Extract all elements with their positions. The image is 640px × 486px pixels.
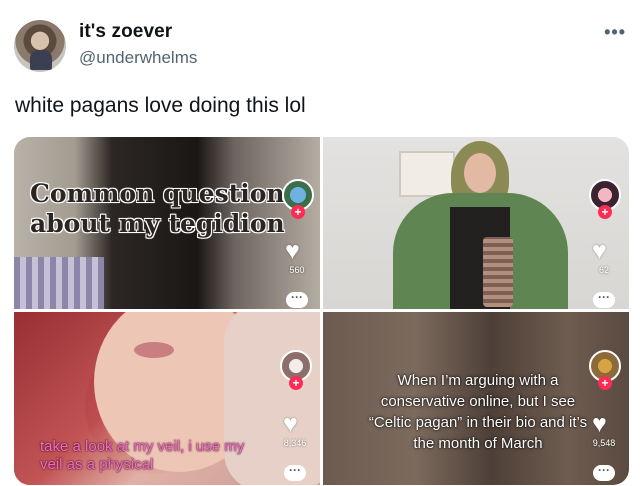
video-caption: take a look at my veil, i use my veil as… xyxy=(40,438,245,473)
lips xyxy=(134,342,174,358)
heart-icon[interactable]: ♥ xyxy=(592,412,607,437)
display-name[interactable]: it's zoever xyxy=(79,21,172,43)
plus-icon[interactable]: + xyxy=(598,205,612,219)
like-count: 62 xyxy=(598,265,609,275)
media-tile-2[interactable]: + ♥ 62 ··· xyxy=(323,137,629,309)
media-tile-1[interactable]: Common questions about my tegidion + ♥ 5… xyxy=(14,137,320,309)
media-tile-4[interactable]: When I’m arguing with a conservative onl… xyxy=(323,312,629,485)
more-dots-icon[interactable]: ··· xyxy=(593,291,615,308)
heart-icon[interactable]: ♥ xyxy=(592,239,607,264)
like-count: 9,548 xyxy=(592,438,616,448)
media-grid: Common questions about my tegidion + ♥ 5… xyxy=(14,137,629,485)
more-horizontal-icon[interactable]: ••• xyxy=(604,22,626,43)
more-dots-icon[interactable]: ··· xyxy=(593,464,615,481)
background-pillow xyxy=(14,257,104,309)
media-tile-3[interactable]: take a look at my veil, i use my veil as… xyxy=(14,312,320,485)
more-dots-icon[interactable]: ··· xyxy=(284,464,306,481)
video-caption: When I’m arguing with a conservative onl… xyxy=(368,372,588,452)
plus-icon[interactable]: + xyxy=(291,205,305,219)
video-caption: Common questions about my tegidion xyxy=(30,179,300,239)
user-handle[interactable]: @underwhelms xyxy=(79,48,197,68)
tweet-header: it's zoever @underwhelms ••• xyxy=(0,0,640,80)
wall-picture xyxy=(399,151,455,197)
face xyxy=(464,153,496,193)
heart-icon[interactable]: ♥ xyxy=(285,239,300,264)
prayer-beads xyxy=(483,237,513,307)
like-count: 8,346 xyxy=(283,438,307,448)
like-count: 560 xyxy=(289,265,305,275)
avatar[interactable] xyxy=(14,20,66,72)
more-dots-icon[interactable]: ··· xyxy=(286,291,308,308)
heart-icon[interactable]: ♥ xyxy=(283,412,298,437)
tweet-text: white pagans love doing this lol xyxy=(15,94,306,117)
plus-icon[interactable]: + xyxy=(598,376,612,390)
plus-icon[interactable]: + xyxy=(289,376,303,390)
